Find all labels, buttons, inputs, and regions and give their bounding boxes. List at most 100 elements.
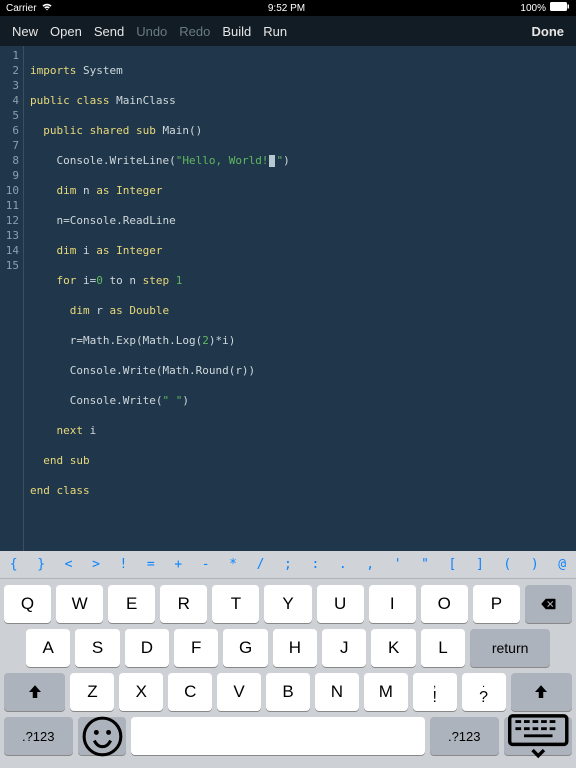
key-r[interactable]: R [160, 585, 207, 623]
code-token: Console.Write( [70, 394, 163, 407]
run-button[interactable]: Run [263, 24, 287, 39]
key-j[interactable]: J [322, 629, 366, 667]
redo-button[interactable]: Redo [179, 24, 210, 39]
symbol-key[interactable]: * [227, 557, 239, 572]
code-token: public shared sub [43, 124, 156, 137]
code-content[interactable]: imports System public class MainClass pu… [24, 46, 290, 551]
key-e[interactable]: E [108, 585, 155, 623]
symbol-key[interactable]: ) [529, 557, 541, 572]
line-number: 1 [0, 48, 19, 63]
new-button[interactable]: New [12, 24, 38, 39]
key-d[interactable]: D [125, 629, 169, 667]
status-right: 100% [520, 2, 570, 14]
symbol-key[interactable]: : [309, 557, 321, 572]
line-number: 11 [0, 198, 19, 213]
keyboard-row-2: ASDFGHJKLreturn [4, 629, 572, 667]
symbol-key[interactable]: ! [117, 557, 129, 572]
code-token: as Double [110, 304, 170, 317]
key-t[interactable]: T [212, 585, 259, 623]
symbol-key[interactable]: ] [474, 557, 486, 572]
symbol-key[interactable]: < [63, 557, 75, 572]
line-number: 15 [0, 258, 19, 273]
code-token: r [90, 304, 110, 317]
key-c[interactable]: C [168, 673, 212, 711]
symbol-key[interactable]: - [200, 557, 212, 572]
number-mode-key-right[interactable]: .?123 [430, 717, 499, 755]
code-token: i= [76, 274, 96, 287]
symbol-key[interactable]: [ [447, 557, 459, 572]
symbol-key[interactable]: + [172, 557, 184, 572]
code-token: MainClass [109, 94, 175, 107]
code-token: 1 [176, 274, 183, 287]
symbol-key[interactable]: , [364, 557, 376, 572]
key-g[interactable]: G [223, 629, 267, 667]
line-number-gutter: 123456789101112131415 [0, 46, 24, 551]
return-key[interactable]: return [470, 629, 550, 667]
status-bar: Carrier 9:52 PM 100% [0, 0, 576, 16]
symbol-key[interactable]: { [8, 557, 20, 572]
key-v[interactable]: V [217, 673, 261, 711]
toolbar-left: New Open Send Undo Redo Build Run [12, 24, 287, 39]
wifi-icon [41, 2, 53, 14]
key-exclam[interactable]: ,! [413, 673, 457, 711]
key-k[interactable]: K [371, 629, 415, 667]
code-token: 0 [96, 274, 103, 287]
emoji-key[interactable] [78, 717, 127, 755]
key-o[interactable]: O [421, 585, 468, 623]
symbol-key[interactable]: = [145, 557, 157, 572]
symbol-key[interactable]: . [337, 557, 349, 572]
symbol-key[interactable]: ; [282, 557, 294, 572]
symbol-key[interactable]: ' [392, 557, 404, 572]
key-x[interactable]: X [119, 673, 163, 711]
code-token: Main() [156, 124, 202, 137]
dismiss-keyboard-key[interactable] [504, 717, 573, 755]
symbol-key[interactable]: } [35, 557, 47, 572]
key-m[interactable]: M [364, 673, 408, 711]
symbol-key[interactable]: / [255, 557, 267, 572]
key-f[interactable]: F [174, 629, 218, 667]
code-token: i [83, 424, 96, 437]
symbol-key[interactable]: @ [556, 557, 568, 572]
shift-key-left[interactable] [4, 673, 65, 711]
done-button[interactable]: Done [532, 24, 565, 39]
key-w[interactable]: W [56, 585, 103, 623]
key-q[interactable]: Q [4, 585, 51, 623]
keyboard-row-3: ZXCVBNM,!.? [4, 673, 572, 711]
code-token: for [57, 274, 77, 287]
space-key[interactable] [131, 717, 425, 755]
send-button[interactable]: Send [94, 24, 124, 39]
line-number: 9 [0, 168, 19, 183]
undo-button[interactable]: Undo [136, 24, 167, 39]
code-token: end sub [43, 454, 89, 467]
key-u[interactable]: U [317, 585, 364, 623]
key-n[interactable]: N [315, 673, 359, 711]
symbol-key[interactable]: ( [501, 557, 513, 572]
code-token: dim [70, 304, 90, 317]
key-y[interactable]: Y [264, 585, 311, 623]
code-token: i [76, 244, 96, 257]
open-button[interactable]: Open [50, 24, 82, 39]
carrier-label: Carrier [6, 3, 37, 14]
key-z[interactable]: Z [70, 673, 114, 711]
key-b[interactable]: B [266, 673, 310, 711]
key-i[interactable]: I [369, 585, 416, 623]
number-mode-key-left[interactable]: .?123 [4, 717, 73, 755]
shift-key-right[interactable] [511, 673, 572, 711]
code-token: to n [103, 274, 143, 287]
key-l[interactable]: L [421, 629, 465, 667]
code-editor[interactable]: 123456789101112131415 imports System pub… [0, 46, 576, 551]
symbol-key[interactable]: > [90, 557, 102, 572]
build-button[interactable]: Build [222, 24, 251, 39]
key-h[interactable]: H [273, 629, 317, 667]
code-token: 2 [202, 334, 209, 347]
line-number: 6 [0, 123, 19, 138]
key-p[interactable]: P [473, 585, 520, 623]
backspace-key[interactable] [525, 585, 572, 623]
code-token: public class [30, 94, 109, 107]
text-cursor [269, 155, 275, 167]
key-a[interactable]: A [26, 629, 70, 667]
symbol-accessory-row: {} < >! = + -* /;:., ' " [] () @ [0, 551, 576, 579]
key-question[interactable]: .? [462, 673, 506, 711]
symbol-key[interactable]: " [419, 557, 431, 572]
key-s[interactable]: S [75, 629, 119, 667]
